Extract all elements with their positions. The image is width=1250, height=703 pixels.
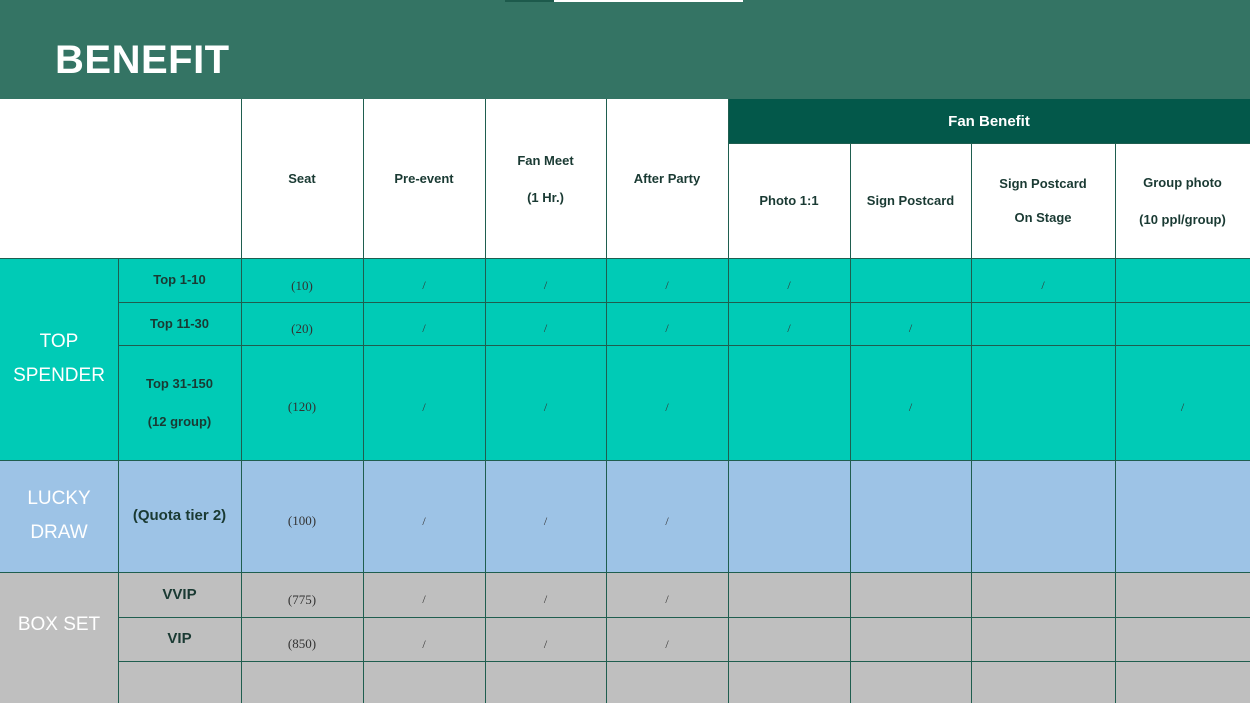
cell-seat: (100) <box>287 513 317 528</box>
section-label-line: TOP <box>39 331 79 352</box>
row-label-quota-tier-2: (Quota tier 2) <box>132 507 227 524</box>
header-sign-postcard: Sign Postcard <box>866 193 955 208</box>
cell-after-party: / <box>665 399 669 414</box>
cell-pre-event: / <box>422 399 426 414</box>
cell-sign-postcard <box>850 617 971 671</box>
section-label-line: BOX SET <box>17 614 101 635</box>
cell-seat: (850) <box>287 636 317 651</box>
header-fan-meet: Fan Meet (1 Hr.) <box>517 152 574 205</box>
section-label-line: SPENDER <box>13 365 105 386</box>
cell-sign-postcard-stage <box>971 460 1115 582</box>
slide-tab-indicator-active <box>505 0 554 2</box>
row-label-top-11-30: Top 11-30 <box>149 315 209 331</box>
cell-sign-postcard-stage <box>971 617 1115 671</box>
cell-sign-postcard <box>850 460 971 582</box>
cell-photo <box>728 345 850 469</box>
header-fan-benefit: Fan Benefit <box>948 112 1030 130</box>
header-photo: Photo 1:1 <box>759 193 819 208</box>
row-label-vip: VIP <box>167 630 192 647</box>
cell-pre-event: / <box>422 636 426 651</box>
cell-fan-meet: / <box>543 513 548 528</box>
row-label-top-1-10: Top 1-10 <box>153 272 206 287</box>
cell-group-photo <box>1115 617 1250 671</box>
row-label-top-31-150: Top 31-150 (12 group) <box>146 375 213 429</box>
cell-after-party: / <box>665 513 669 528</box>
section-lucky-draw: LUCKY DRAW <box>0 460 118 572</box>
section-top-spender: TOP SPENDER <box>0 258 118 460</box>
cell-pre-event: / <box>422 513 426 528</box>
cell-seat: (120) <box>287 399 317 414</box>
section-label-line: DRAW <box>30 522 88 543</box>
cell-fan-meet: / <box>543 399 548 414</box>
cell-sign-postcard: / <box>908 399 913 414</box>
section-label-line: LUCKY <box>27 488 91 509</box>
cell-after-party: / <box>665 636 669 651</box>
header-after-party: After Party <box>633 171 701 186</box>
header-bar: BENEFIT <box>0 0 1250 99</box>
cell-fan-meet: / <box>543 636 548 651</box>
cell-photo <box>728 460 850 582</box>
cell-sign-postcard-stage <box>971 345 1115 469</box>
row-label-vvip: VVIP <box>162 585 197 603</box>
section-box-set: BOX SET <box>0 572 118 678</box>
cell-group-photo <box>1115 460 1250 582</box>
cell-photo <box>728 617 850 671</box>
header-sign-postcard-on-stage: Sign Postcard On Stage <box>999 175 1087 225</box>
header-group-photo: Group photo (10 ppl/group) <box>1139 174 1226 227</box>
header-seat: Seat <box>288 171 316 186</box>
cell-group-photo: / <box>1180 399 1185 414</box>
page-title: BENEFIT <box>55 38 230 82</box>
header-pre-event: Pre-event <box>394 171 454 186</box>
